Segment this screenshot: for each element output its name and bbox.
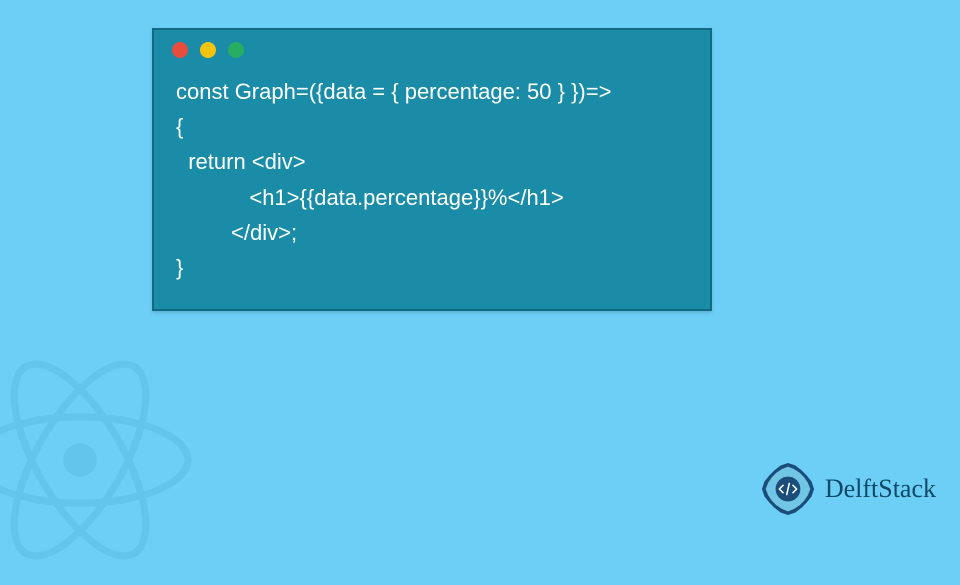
minimize-icon[interactable]	[200, 42, 216, 58]
logo-badge-icon	[757, 458, 819, 520]
background-decoration	[0, 340, 200, 580]
close-icon[interactable]	[172, 42, 188, 58]
code-line: <h1>{{data.percentage}}%</h1>	[176, 180, 688, 215]
code-line: const Graph=({data = { percentage: 50 } …	[176, 74, 688, 109]
code-line: {	[176, 109, 688, 144]
code-line: </div>;	[176, 215, 688, 250]
window-titlebar	[154, 30, 710, 70]
code-line: return <div>	[176, 144, 688, 179]
logo-text: DelftStack	[825, 474, 936, 504]
logo-area: DelftStack	[757, 458, 936, 520]
maximize-icon[interactable]	[228, 42, 244, 58]
code-line: }	[176, 250, 688, 285]
code-window: const Graph=({data = { percentage: 50 } …	[152, 28, 712, 311]
code-body: const Graph=({data = { percentage: 50 } …	[154, 70, 710, 309]
